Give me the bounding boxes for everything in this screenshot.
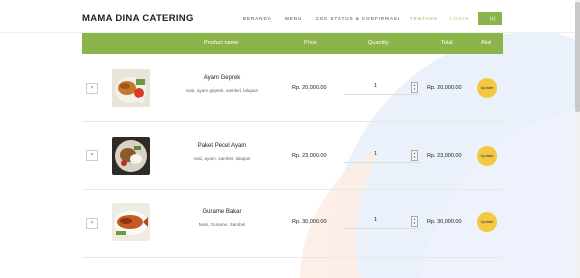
table-row: × Ayam Geprek nasi, ayam geprek, sambel,… bbox=[82, 54, 503, 122]
update-button[interactable]: Update bbox=[477, 212, 497, 232]
product-total: Rp. 20,000.00 bbox=[427, 85, 462, 91]
scrollbar-thumb[interactable] bbox=[575, 2, 580, 112]
product-name: Paket Pecel Ayam bbox=[197, 143, 247, 149]
product-name: Ayam Geprek bbox=[203, 75, 241, 81]
product-description: Nasi, Gurame, Sambel bbox=[198, 222, 246, 227]
quantity-value: 1 bbox=[374, 83, 378, 89]
nav-login[interactable]: LOGIN bbox=[450, 16, 469, 21]
product-description: nasi, ayam, sambel, lalapan bbox=[193, 156, 251, 161]
product-total: Rp. 30,000.00 bbox=[427, 219, 462, 225]
nav-beranda[interactable]: BERANDA bbox=[243, 16, 272, 21]
nav-menu[interactable]: MENU bbox=[285, 16, 302, 21]
quantity-stepper[interactable]: ▴ ▾ bbox=[411, 216, 418, 227]
cart-button[interactable]: 🛒(1) bbox=[478, 12, 502, 25]
update-button[interactable]: Update bbox=[477, 78, 497, 98]
update-button[interactable]: Update bbox=[477, 146, 497, 166]
product-image-pecel-ayam bbox=[112, 137, 150, 175]
remove-button[interactable]: × bbox=[86, 218, 98, 229]
table-row: × Gurame Bakar Nasi, Gurame, Sambel Rp. … bbox=[82, 190, 503, 258]
quantity-input[interactable]: 1 ▴ ▾ bbox=[344, 214, 420, 229]
product-price: Rp. 30,000.00 bbox=[292, 219, 327, 225]
nav-tentang[interactable]: TENTANG bbox=[410, 16, 438, 21]
quantity-input[interactable]: 1 ▴ ▾ bbox=[344, 80, 420, 95]
brand-logo[interactable]: MAMA DINA CATERING bbox=[82, 13, 194, 24]
cart-table-header: Product name Price Quantity Total Aksi bbox=[82, 32, 503, 54]
table-row: × Paket Pecel Ayam nasi, ayam, sambel, l… bbox=[82, 122, 503, 190]
product-image-gurame-bakar bbox=[112, 203, 150, 241]
col-aksi: Aksi bbox=[481, 40, 492, 46]
product-price: Rp. 20,000.00 bbox=[292, 85, 327, 91]
product-total: Rp. 23,000.00 bbox=[427, 153, 462, 159]
product-price: Rp. 23,000.00 bbox=[292, 153, 327, 159]
page-scrollbar[interactable] bbox=[575, 0, 580, 278]
nav-cek-status[interactable]: CEK STATUS & KONFIRMASI bbox=[316, 16, 400, 21]
col-total: Total bbox=[441, 40, 453, 46]
quantity-stepper[interactable]: ▴ ▾ bbox=[411, 82, 418, 93]
product-name: Gurame Bakar bbox=[202, 209, 242, 215]
col-quantity: Quantity bbox=[368, 40, 389, 46]
quantity-input[interactable]: 1 ▴ ▾ bbox=[344, 148, 420, 163]
product-image-ayam-geprek bbox=[112, 69, 150, 107]
remove-button[interactable]: × bbox=[86, 83, 98, 94]
quantity-value: 1 bbox=[374, 217, 378, 223]
remove-button[interactable]: × bbox=[86, 150, 98, 161]
product-description: nasi, ayam geprek, sambel, lalapan bbox=[185, 88, 259, 93]
top-navbar: MAMA DINA CATERING BERANDA MENU CEK STAT… bbox=[0, 0, 580, 33]
col-price: Price bbox=[304, 40, 317, 46]
quantity-stepper[interactable]: ▴ ▾ bbox=[411, 150, 418, 161]
col-product-name: Product name bbox=[204, 40, 239, 46]
quantity-value: 1 bbox=[374, 151, 378, 157]
